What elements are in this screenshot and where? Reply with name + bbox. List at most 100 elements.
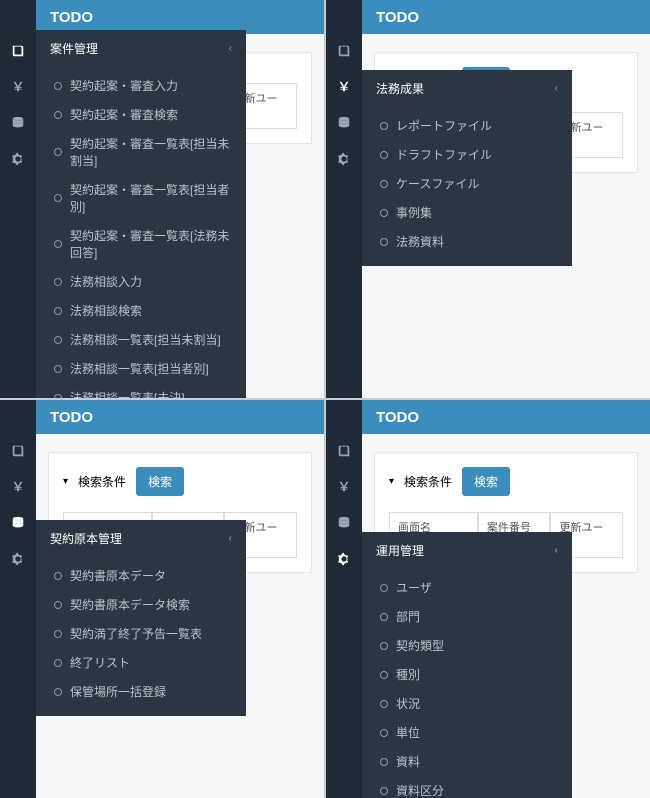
submenu: 法務成果‹レポートファイルドラフトファイルケースファイル事例集法務資料 xyxy=(362,70,572,266)
yen-icon[interactable] xyxy=(337,80,351,94)
submenu-title[interactable]: 案件管理 ‹ xyxy=(36,30,246,67)
submenu-item[interactable]: 契約起案・審査一覧表[法務未回答] xyxy=(36,221,246,267)
chevron-left-icon: ‹ xyxy=(229,533,232,544)
submenu-item[interactable]: 部門 xyxy=(362,602,572,631)
submenu-item-label: 状況 xyxy=(396,695,420,712)
submenu-item[interactable]: 契約起案・審査入力 xyxy=(36,71,246,100)
submenu-item-label: 種別 xyxy=(396,666,420,683)
search-row: ▾ 検索条件検索 xyxy=(63,467,297,496)
submenu-item[interactable]: 契約書原本データ xyxy=(36,561,246,590)
yen-icon[interactable] xyxy=(11,80,25,94)
submenu-title-label: 契約原本管理 xyxy=(50,530,122,547)
submenu-item-label: ユーザ xyxy=(396,579,432,596)
yen-icon[interactable] xyxy=(11,480,25,494)
submenu-item-label: 契約起案・審査一覧表[担当未割当] xyxy=(70,135,232,169)
submenu-item-label: 法務相談検索 xyxy=(70,302,142,319)
submenu-item[interactable]: 契約満了終了予告一覧表 xyxy=(36,619,246,648)
submenu-item[interactable]: 保管場所一括登録 xyxy=(36,677,246,706)
submenu-item-label: 保管場所一括登録 xyxy=(70,683,166,700)
submenu-item-label: 契約起案・審査一覧表[法務未回答] xyxy=(70,227,232,261)
submenu-item-label: 契約起案・審査入力 xyxy=(70,77,178,94)
gear-icon[interactable] xyxy=(11,552,25,566)
gear-icon[interactable] xyxy=(337,552,351,566)
database-icon[interactable] xyxy=(11,116,25,130)
submenu-item-label: ドラフトファイル xyxy=(396,146,492,163)
submenu-item-label: 事例集 xyxy=(396,204,432,221)
submenu-item[interactable]: ドラフトファイル xyxy=(362,140,572,169)
search-button[interactable]: 検索 xyxy=(462,467,510,496)
submenu-item[interactable]: 法務相談一覧表[担当未割当] xyxy=(36,325,246,354)
page-header: TODO xyxy=(362,400,650,434)
search-row: ▾検索条件検索 xyxy=(389,467,623,496)
chevron-left-icon: ‹ xyxy=(229,43,232,54)
book-icon[interactable] xyxy=(11,44,25,58)
submenu-item-label: 資料区分 xyxy=(396,782,444,798)
page-header: TODO xyxy=(362,0,650,34)
submenu-item-label: レポートファイル xyxy=(396,117,492,134)
sidebar-iconbar xyxy=(326,400,362,798)
page-header: TODO xyxy=(36,400,324,434)
submenu-title[interactable]: 法務成果‹ xyxy=(362,70,572,107)
submenu-title[interactable]: 運用管理‹ xyxy=(362,532,572,569)
gear-icon[interactable] xyxy=(337,152,351,166)
submenu-item-label: 資料 xyxy=(396,753,420,770)
book-icon[interactable] xyxy=(11,444,25,458)
submenu-item[interactable]: 終了リスト xyxy=(36,648,246,677)
gear-icon[interactable] xyxy=(11,152,25,166)
submenu-item-label: ケースファイル xyxy=(396,175,479,192)
search-button[interactable]: 検索 xyxy=(136,467,184,496)
yen-icon[interactable] xyxy=(337,480,351,494)
database-icon[interactable] xyxy=(337,116,351,130)
submenu-list: ユーザ部門契約類型種別状況単位資料資料区分カテゴリー予告期限相手方マスタデータ取… xyxy=(362,569,572,798)
sidebar-iconbar xyxy=(0,400,36,798)
sidebar-iconbar xyxy=(0,0,36,398)
submenu-item[interactable]: 資料区分 xyxy=(362,776,572,798)
chevron-left-icon: ‹ xyxy=(555,545,558,556)
book-icon[interactable] xyxy=(337,444,351,458)
submenu-item-label: 法務相談一覧表[担当者別] xyxy=(70,360,209,377)
submenu-list: 契約書原本データ契約書原本データ検索契約満了終了予告一覧表終了リスト保管場所一括… xyxy=(36,557,246,716)
submenu-item[interactable]: 資料 xyxy=(362,747,572,776)
submenu-item[interactable]: ユーザ xyxy=(362,573,572,602)
database-icon[interactable] xyxy=(11,516,25,530)
submenu-item[interactable]: 契約起案・審査検索 xyxy=(36,100,246,129)
submenu-item-label: 契約起案・審査検索 xyxy=(70,106,178,123)
submenu-item[interactable]: 契約起案・審査一覧表[担当未割当] xyxy=(36,129,246,175)
submenu-item[interactable]: 法務相談一覧表[担当者別] xyxy=(36,354,246,383)
submenu-item-label: 法務相談一覧表[未決] xyxy=(70,389,185,398)
chevron-down-icon[interactable]: ▾ xyxy=(63,476,68,487)
submenu-item[interactable]: 法務相談検索 xyxy=(36,296,246,325)
submenu-item-label: 契約満了終了予告一覧表 xyxy=(70,625,202,642)
submenu-item[interactable]: 種別 xyxy=(362,660,572,689)
submenu: 運用管理‹ユーザ部門契約類型種別状況単位資料資料区分カテゴリー予告期限相手方マス… xyxy=(362,532,572,798)
submenu-list: レポートファイルドラフトファイルケースファイル事例集法務資料 xyxy=(362,107,572,266)
submenu-item-label: 部門 xyxy=(396,608,420,625)
submenu-title[interactable]: 契約原本管理 ‹ xyxy=(36,520,246,557)
screenshot-panel: TODO▾検索条件検索画面名案件番号更新ユーザ運用管理‹ユーザ部門契約類型種別状… xyxy=(326,400,650,798)
screenshot-panel: TODO画面名案件番号更新ユーザ案件管理‹契約起案・審査入力契約起案・審査検索契… xyxy=(0,0,324,398)
submenu-list: 契約起案・審査入力契約起案・審査検索契約起案・審査一覧表[担当未割当] 契約起案・… xyxy=(36,67,246,398)
submenu-item[interactable]: レポートファイル xyxy=(362,111,572,140)
submenu: 案件管理 ‹ 契約起案・審査入力契約起案・審査検索契約起案・審査一覧表[担当未割当]… xyxy=(36,30,246,398)
page-header: TODO xyxy=(36,0,324,34)
submenu-item[interactable]: 単位 xyxy=(362,718,572,747)
submenu-item-label: 契約起案・審査一覧表[担当者別] xyxy=(70,181,232,215)
submenu-item[interactable]: 法務相談一覧表[未決] xyxy=(36,383,246,398)
search-label: 検索条件 xyxy=(78,473,126,490)
submenu-item[interactable]: 状況 xyxy=(362,689,572,718)
submenu-item-label: 法務相談一覧表[担当未割当] xyxy=(70,331,221,348)
database-icon[interactable] xyxy=(337,516,351,530)
submenu-item[interactable]: 法務相談入力 xyxy=(36,267,246,296)
submenu-item-label: 単位 xyxy=(396,724,420,741)
submenu: 契約原本管理 ‹ 契約書原本データ契約書原本データ検索契約満了終了予告一覧表終了リス… xyxy=(36,520,246,716)
submenu-title-label: 案件管理 xyxy=(50,40,98,57)
chevron-down-icon[interactable]: ▾ xyxy=(389,476,394,487)
submenu-item[interactable]: ケースファイル xyxy=(362,169,572,198)
submenu-item[interactable]: 契約起案・審査一覧表[担当者別] xyxy=(36,175,246,221)
submenu-item[interactable]: 契約書原本データ検索 xyxy=(36,590,246,619)
submenu-item[interactable]: 事例集 xyxy=(362,198,572,227)
submenu-item[interactable]: 法務資料 xyxy=(362,227,572,256)
book-icon[interactable] xyxy=(337,44,351,58)
submenu-item[interactable]: 契約類型 xyxy=(362,631,572,660)
screenshot-panel: TODO▾検索条件検索画面名案件番号更新ユーザ契約原本管理‹契約書原本データ契約… xyxy=(0,400,324,798)
